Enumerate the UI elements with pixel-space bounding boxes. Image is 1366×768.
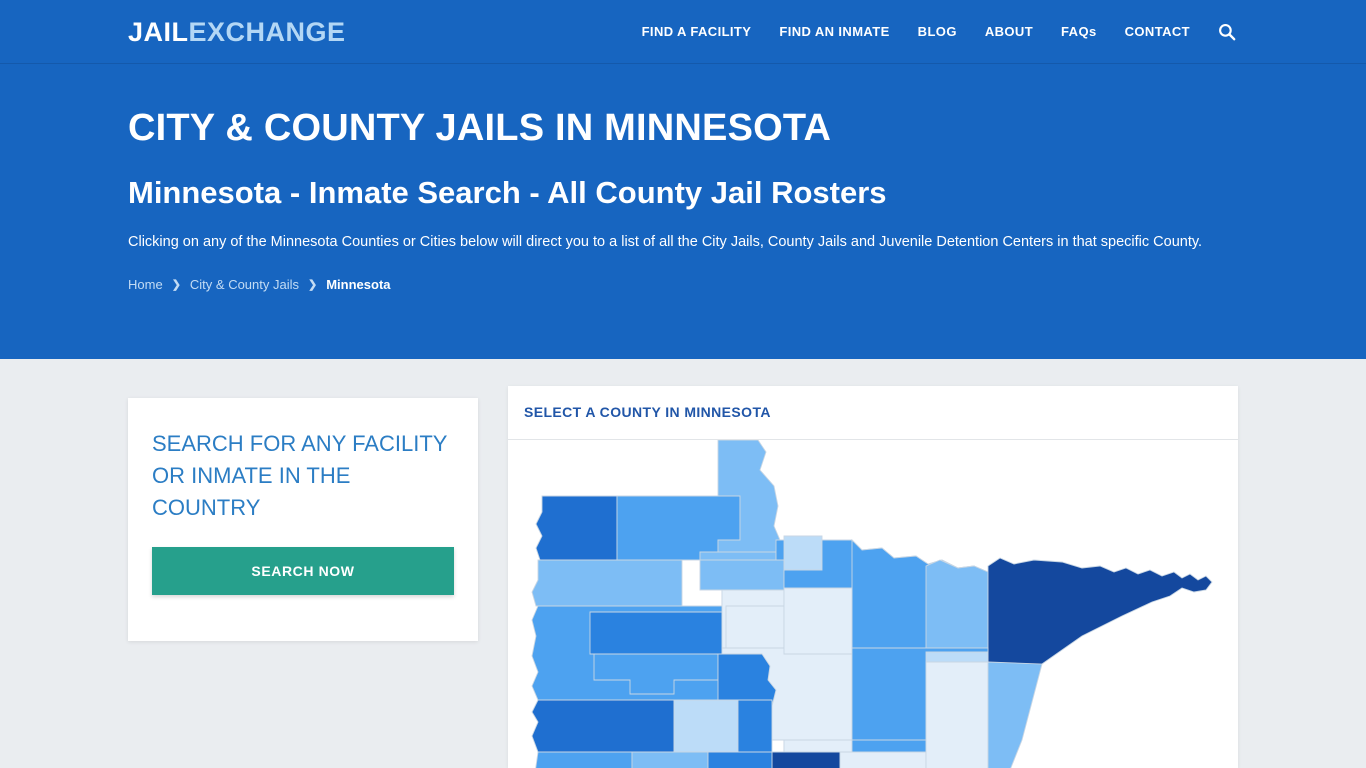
search-facility-card: SEARCH FOR ANY FACILITY OR INMATE IN THE… — [128, 398, 478, 641]
breadcrumb-separator-icon: ❯ — [308, 279, 318, 291]
minnesota-map-svg[interactable] — [508, 440, 1238, 768]
county-region[interactable] — [631, 751, 709, 768]
county-region[interactable] — [783, 587, 853, 655]
county-region[interactable] — [771, 751, 841, 768]
county-region[interactable] — [783, 535, 823, 571]
nav-item-find-an-inmate[interactable]: FIND AN INMATE — [765, 0, 903, 64]
county-region[interactable] — [737, 699, 773, 761]
page-title: CITY & COUNTY JAILS IN MINNESOTA — [128, 107, 832, 149]
nav-item-blog[interactable]: BLOG — [904, 0, 971, 64]
county-region[interactable] — [535, 495, 618, 561]
county-region[interactable] — [589, 611, 723, 655]
breadcrumb-item-minnesota: Minnesota — [326, 277, 391, 292]
logo-text-jail: JAIL — [128, 17, 189, 47]
county-region[interactable] — [673, 699, 739, 753]
primary-navigation: FIND A FACILITY FIND AN INMATE BLOG ABOU… — [628, 0, 1238, 64]
page-description: Clicking on any of the Minnesota Countie… — [128, 234, 1203, 250]
main-content: SEARCH FOR ANY FACILITY OR INMATE IN THE… — [0, 359, 1366, 768]
county-region[interactable] — [531, 559, 683, 607]
hero-content: CITY & COUNTY JAILS IN MINNESOTA Minneso… — [128, 64, 1238, 294]
map-panel-title: SELECT A COUNTY IN MINNESOTA — [524, 404, 771, 420]
map-panel-header: SELECT A COUNTY IN MINNESOTA — [508, 386, 1238, 440]
top-navbar: JAILEXCHANGE FIND A FACILITY FIND AN INM… — [0, 0, 1366, 64]
county-region[interactable] — [925, 661, 989, 768]
breadcrumb-item-home[interactable]: Home — [128, 276, 163, 294]
page-subtitle: Minnesota - Inmate Search - All County J… — [128, 175, 887, 210]
minnesota-county-map[interactable] — [508, 440, 1238, 768]
nav-item-contact[interactable]: CONTACT — [1111, 0, 1204, 64]
search-now-button[interactable]: SEARCH NOW — [152, 547, 454, 595]
county-region[interactable] — [534, 751, 633, 768]
nav-item-faqs[interactable]: FAQs — [1047, 0, 1111, 64]
breadcrumb-item-city-county-jails[interactable]: City & County Jails — [190, 276, 299, 294]
county-region[interactable] — [531, 699, 675, 753]
nav-item-about[interactable]: ABOUT — [971, 0, 1047, 64]
county-map-panel: SELECT A COUNTY IN MINNESOTA — [508, 386, 1238, 768]
breadcrumb: Home ❯ City & County Jails ❯ Minnesota — [128, 276, 1238, 294]
search-icon[interactable] — [1216, 21, 1238, 43]
search-card-title: SEARCH FOR ANY FACILITY OR INMATE IN THE… — [152, 431, 448, 520]
site-logo[interactable]: JAILEXCHANGE — [128, 18, 346, 47]
county-regions-group — [531, 440, 1213, 768]
logo-text-exchange: EXCHANGE — [188, 17, 346, 47]
nav-item-find-a-facility[interactable]: FIND A FACILITY — [628, 0, 766, 64]
county-region[interactable] — [707, 751, 773, 768]
county-region[interactable] — [987, 661, 1043, 768]
breadcrumb-separator-icon: ❯ — [171, 279, 181, 291]
county-region[interactable] — [839, 751, 927, 768]
hero-banner: CITY & COUNTY JAILS IN MINNESOTA Minneso… — [0, 64, 1366, 359]
